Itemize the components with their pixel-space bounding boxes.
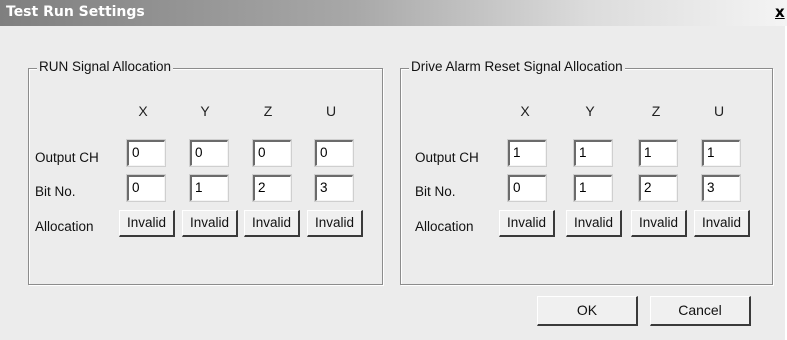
run-bit-no-u-field[interactable]: 3 (314, 174, 354, 202)
column-header-u: U (325, 103, 337, 119)
reset-allocation-z-button[interactable]: Invalid (631, 210, 687, 237)
run-allocation-y-button[interactable]: Invalid (182, 210, 238, 237)
reset-output-ch-z-field[interactable]: 1 (638, 139, 678, 167)
reset-bit-no-y-field[interactable]: 1 (573, 174, 613, 202)
run-signal-allocation-group: RUN Signal Allocation X Y Z U Output CH … (28, 59, 383, 285)
run-allocation-x-button[interactable]: Invalid (119, 210, 175, 237)
run-bit-no-y-field[interactable]: 1 (189, 174, 229, 202)
ok-button[interactable]: OK (537, 296, 638, 326)
test-run-settings-dialog: Test Run Settings x RUN Signal Allocatio… (0, 0, 787, 340)
reset-bit-no-u-field[interactable]: 3 (701, 174, 741, 202)
run-output-ch-y-field[interactable]: 0 (189, 139, 229, 167)
reset-bit-no-x-field[interactable]: 0 (507, 174, 547, 202)
run-allocation-u-button[interactable]: Invalid (307, 210, 363, 237)
cancel-button[interactable]: Cancel (650, 296, 751, 326)
close-button[interactable]: x (775, 3, 787, 21)
column-header-x: X (520, 103, 530, 119)
reset-allocation-y-button[interactable]: Invalid (566, 210, 622, 237)
column-header-y: Y (585, 103, 595, 119)
reset-allocation-u-button[interactable]: Invalid (694, 210, 750, 237)
allocation-label: Allocation (35, 219, 94, 234)
run-bit-no-z-field[interactable]: 2 (252, 174, 292, 202)
column-header-z: Z (263, 103, 273, 119)
run-bit-no-x-field[interactable]: 0 (126, 174, 166, 202)
reset-output-ch-x-field[interactable]: 1 (507, 139, 547, 167)
run-output-ch-u-field[interactable]: 0 (314, 139, 354, 167)
run-output-ch-z-field[interactable]: 0 (252, 139, 292, 167)
column-header-z: Z (651, 103, 661, 119)
run-group-title: RUN Signal Allocation (37, 59, 174, 74)
bit-no-label: Bit No. (415, 184, 456, 199)
reset-output-ch-u-field[interactable]: 1 (701, 139, 741, 167)
window-title: Test Run Settings (6, 4, 145, 20)
column-header-y: Y (200, 103, 210, 119)
reset-allocation-x-button[interactable]: Invalid (499, 210, 555, 237)
bit-no-label: Bit No. (35, 184, 76, 199)
reset-output-ch-y-field[interactable]: 1 (573, 139, 613, 167)
output-ch-label: Output CH (35, 150, 99, 165)
run-allocation-z-button[interactable]: Invalid (244, 210, 300, 237)
column-header-x: X (138, 103, 148, 119)
reset-bit-no-z-field[interactable]: 2 (638, 174, 678, 202)
drive-alarm-reset-allocation-group: Drive Alarm Reset Signal Allocation X Y … (400, 59, 773, 285)
output-ch-label: Output CH (415, 150, 479, 165)
title-bar: Test Run Settings x (0, 0, 787, 26)
column-header-u: U (713, 103, 725, 119)
run-output-ch-x-field[interactable]: 0 (126, 139, 166, 167)
reset-group-title: Drive Alarm Reset Signal Allocation (409, 59, 625, 74)
allocation-label: Allocation (415, 219, 474, 234)
